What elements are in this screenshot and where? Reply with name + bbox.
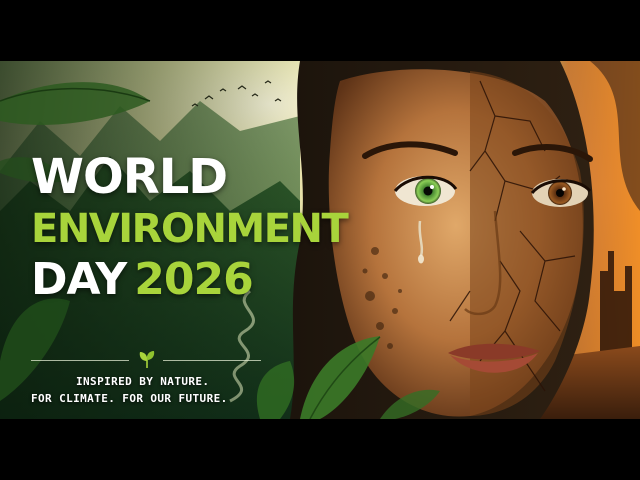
tagline-line-2: FOR CLIMATE. FOR OUR FUTURE. [31, 392, 228, 405]
left-eye-highlight [430, 185, 434, 189]
headline-day-year: DAY 2026 [31, 257, 351, 303]
leaf-divider [31, 349, 261, 373]
divider-rule-right [163, 360, 261, 361]
right-eye-highlight [562, 187, 566, 191]
tagline: INSPIRED BY NATURE. FOR CLIMATE. FOR OUR… [31, 373, 311, 407]
headline: WORLD ENVIRONMENT DAY 2026 [31, 153, 351, 303]
world-environment-day-poster: WORLD ENVIRONMENT DAY 2026 INSPIRED BY NA… [0, 61, 640, 419]
letterbox-bottom [0, 419, 640, 480]
poster-frame: WORLD ENVIRONMENT DAY 2026 INSPIRED BY NA… [0, 0, 640, 480]
sprout-icon [139, 351, 155, 368]
tagline-line-1: INSPIRED BY NATURE. [76, 375, 210, 388]
divider-rule-left [31, 360, 129, 361]
headline-day: DAY [31, 254, 127, 305]
headline-year: 2026 [134, 254, 253, 305]
headline-environment: ENVIRONMENT [31, 206, 349, 252]
headline-world: WORLD [31, 149, 228, 205]
tear-drop [418, 254, 424, 264]
letterbox-top [0, 0, 640, 61]
